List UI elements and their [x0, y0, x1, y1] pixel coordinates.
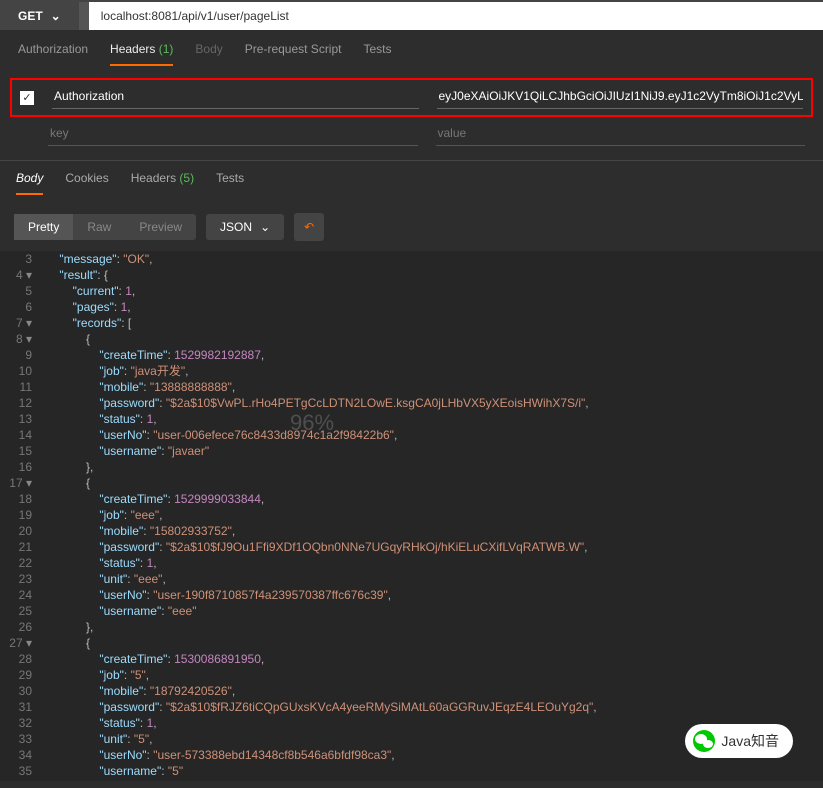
wechat-icon [693, 730, 715, 752]
wrap-icon: ↶ [304, 220, 314, 234]
view-mode-group: Pretty Raw Preview [14, 214, 196, 240]
format-select[interactable]: JSON ⌄ [206, 214, 284, 240]
tab-tests[interactable]: Tests [363, 42, 391, 66]
http-method-select[interactable]: GET ⌄ [0, 2, 79, 30]
response-body-code[interactable]: 34 ▾567 ▾8 ▾91011121314151617 ▾181920212… [0, 251, 823, 781]
request-tabs: Authorization Headers (1) Body Pre-reque… [0, 30, 823, 74]
header-row-checkbox[interactable]: ✓ [20, 91, 34, 105]
resp-tab-cookies[interactable]: Cookies [65, 171, 108, 195]
line-number-gutter: 34 ▾567 ▾8 ▾91011121314151617 ▾181920212… [0, 251, 40, 781]
view-mode-raw[interactable]: Raw [73, 214, 125, 240]
response-toolbar: Pretty Raw Preview JSON ⌄ ↶ [0, 203, 823, 251]
view-mode-preview[interactable]: Preview [125, 214, 196, 240]
url-text: localhost:8081/api/v1/user/pageList [101, 9, 289, 23]
chevron-down-icon: ⌄ [51, 9, 61, 23]
chevron-down-icon: ⌄ [260, 220, 270, 234]
wrap-lines-button[interactable]: ↶ [294, 213, 324, 241]
tab-headers[interactable]: Headers (1) [110, 42, 173, 66]
header-key-placeholder[interactable]: key [48, 123, 418, 146]
http-method-label: GET [18, 9, 43, 23]
url-input[interactable]: localhost:8081/api/v1/user/pageList [89, 2, 823, 30]
header-key-input[interactable]: Authorization [52, 86, 419, 109]
tab-pre-request[interactable]: Pre-request Script [245, 42, 342, 66]
header-value-placeholder[interactable]: value [436, 123, 806, 146]
request-top-bar: GET ⌄ localhost:8081/api/v1/user/pageLis… [0, 0, 823, 30]
view-mode-pretty[interactable]: Pretty [14, 214, 73, 240]
resp-tab-body[interactable]: Body [16, 171, 43, 195]
wechat-label: Java知音 [721, 731, 779, 751]
resp-tab-tests[interactable]: Tests [216, 171, 244, 195]
response-tabs: Body Cookies Headers (5) Tests [0, 160, 823, 203]
header-value-input[interactable]: eyJ0eXAiOiJKV1QiLCJhbGciOiJIUzI1NiJ9.eyJ… [437, 86, 804, 109]
format-label: JSON [220, 220, 252, 234]
tab-body[interactable]: Body [195, 42, 222, 66]
wechat-attribution: Java知音 [685, 724, 793, 758]
header-row-empty: key value [48, 123, 805, 146]
tab-authorization[interactable]: Authorization [18, 42, 88, 66]
resp-tab-headers[interactable]: Headers (5) [131, 171, 194, 195]
code-content: "message": "OK", "result": { "current": … [46, 251, 823, 781]
header-row-highlighted: ✓ Authorization eyJ0eXAiOiJKV1QiLCJhbGci… [10, 78, 813, 117]
